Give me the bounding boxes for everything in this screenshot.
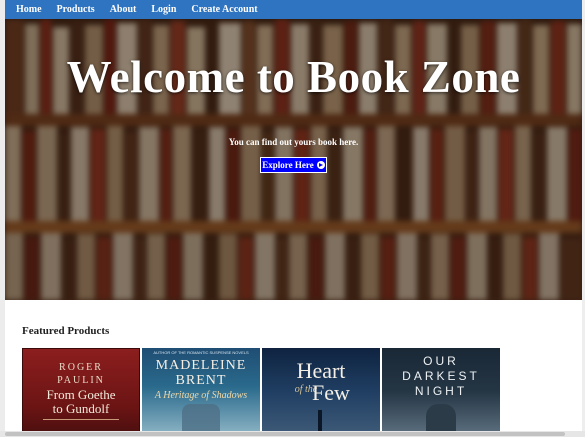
nav-about[interactable]: About (110, 4, 137, 15)
hero-subtitle: You can find out yours book here. (228, 137, 359, 147)
book-author-first: MADELEINE (155, 358, 247, 373)
book-title-line2: to Gundolf (52, 401, 110, 416)
explore-button-label: Explore Here (262, 160, 314, 170)
page: Home Products About Login Create Account (0, 0, 585, 437)
book-title-line3: Few (312, 380, 350, 405)
book-series-line: AUTHOR OF THE ROMANTIC SUSPENSE NOVELS (153, 350, 249, 355)
nav-home[interactable]: Home (16, 4, 42, 15)
hero-banner: Welcome to Book Zone You can find out yo… (5, 19, 582, 300)
product-card-our-darkest-night[interactable]: OUR DARKEST NIGHT (382, 348, 500, 434)
book-title: A Heritage of Shadows (154, 390, 248, 401)
hero-title: Welcome to Book Zone (66, 52, 521, 102)
book-cover-figure (182, 404, 220, 434)
featured-products-list: ROGER PAULIN From Goethe to Gundolf AUTH… (22, 348, 500, 434)
horizontal-scrollbar[interactable] (0, 431, 585, 437)
book-cover-couple (426, 404, 456, 434)
book-title-line1: OUR (423, 354, 459, 368)
arrow-circle-right-icon (316, 161, 325, 169)
featured-products-heading: Featured Products (22, 325, 110, 337)
product-card-heart-of-the-few[interactable]: Heart of the Few (262, 348, 380, 434)
nav-products[interactable]: Products (57, 4, 95, 15)
top-navbar: Home Products About Login Create Account (5, 0, 582, 19)
product-card-a-heritage-of-shadows[interactable]: AUTHOR OF THE ROMANTIC SUSPENSE NOVELS M… (142, 348, 260, 434)
book-divider (43, 419, 119, 420)
horizontal-scrollbar-thumb[interactable] (5, 432, 565, 436)
nav-login[interactable]: Login (151, 4, 176, 15)
product-card-from-goethe-to-gundolf[interactable]: ROGER PAULIN From Goethe to Gundolf (22, 348, 140, 434)
book-author-last: PAULIN (57, 375, 105, 386)
book-author-last: BRENT (175, 373, 227, 388)
explore-here-button[interactable]: Explore Here (260, 157, 327, 173)
book-title-line3: NIGHT (414, 384, 468, 398)
nav-create-account[interactable]: Create Account (191, 4, 257, 15)
book-author-first: ROGER (59, 362, 103, 373)
book-title-line2: DARKEST (402, 369, 480, 383)
